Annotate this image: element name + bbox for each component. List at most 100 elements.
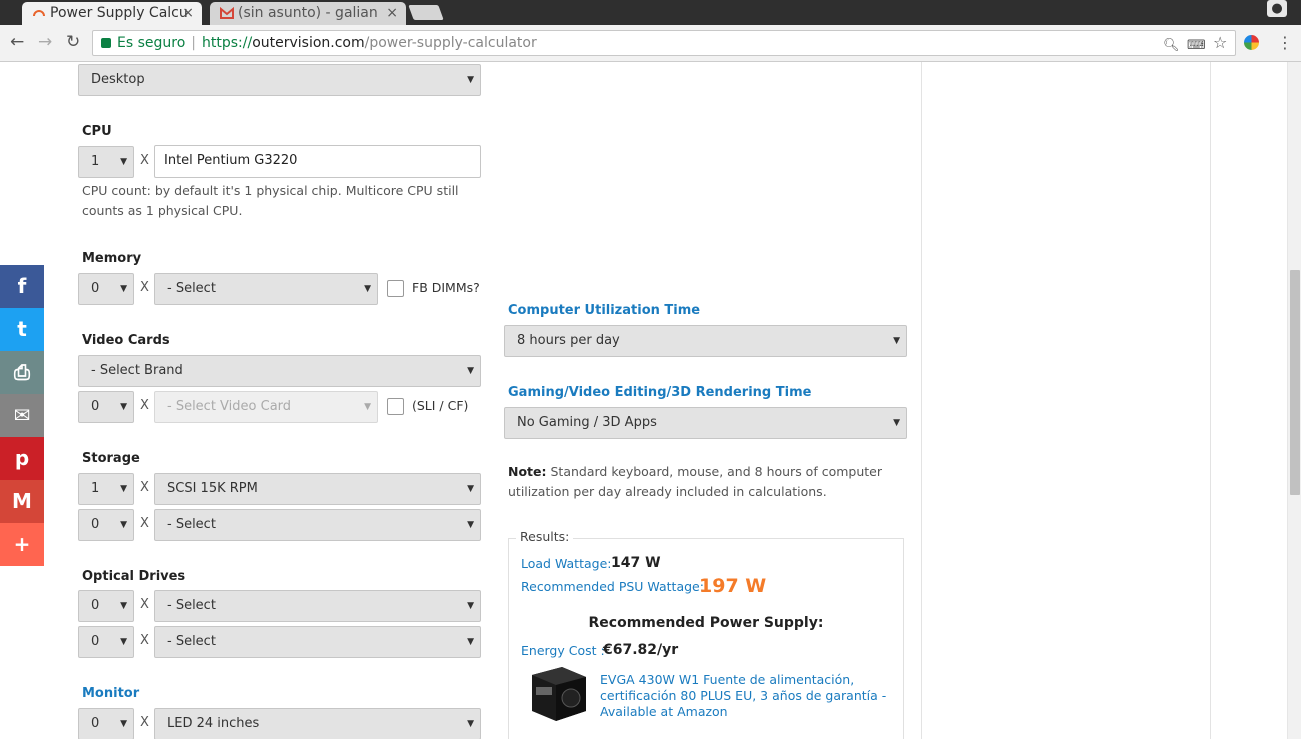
close-tab-icon[interactable]: ×: [182, 2, 194, 24]
optical-drives-label: Optical Drives: [82, 569, 186, 584]
tab-power-supply-calculator[interactable]: Power Supply Calcu ×: [22, 2, 202, 25]
share-pinterest-button[interactable]: p: [0, 437, 44, 480]
psu-product-link[interactable]: EVGA 430W W1 Fuente de alimentación, cer…: [600, 672, 890, 720]
select-value: 0: [91, 399, 100, 414]
select-value: - Select: [167, 634, 216, 649]
account-icon[interactable]: ●: [1267, 0, 1287, 17]
extension-icon[interactable]: [1244, 35, 1259, 50]
dropdown-arrow-icon: ▼: [120, 637, 127, 647]
reload-icon[interactable]: ↻: [66, 31, 80, 53]
select-value: 0: [91, 598, 100, 613]
share-facebook-button[interactable]: f: [0, 265, 44, 308]
storage-count-select[interactable]: 1 ▼: [78, 473, 134, 505]
column-divider: [1210, 62, 1211, 739]
tab-gmail[interactable]: (sin asunto) - galian ×: [210, 2, 406, 25]
times-sign: X: [140, 398, 149, 413]
storage-type-select[interactable]: - Select ▼: [154, 509, 481, 541]
optical-type-select[interactable]: - Select ▼: [154, 626, 481, 658]
memory-type-select[interactable]: - Select ▼: [154, 273, 378, 305]
dropdown-arrow-icon: ▼: [467, 601, 474, 611]
select-value: Desktop: [91, 72, 145, 87]
browser-toolbar: ← → ↻ Es seguro | https://outervision.com/…: [0, 25, 1301, 62]
dropdown-arrow-icon: ▼: [120, 484, 127, 494]
fbdimm-checkbox[interactable]: [387, 280, 404, 297]
utilization-label: Computer Utilization Time: [508, 303, 701, 318]
select-value: 0: [91, 716, 100, 731]
cpu-count-select[interactable]: 1 ▼: [78, 146, 134, 178]
twitter-icon: t: [17, 317, 27, 341]
utilization-select[interactable]: 8 hours per day ▼: [504, 325, 907, 357]
forward-icon[interactable]: →: [38, 31, 52, 53]
video-cards-label: Video Cards: [82, 333, 170, 348]
storage-type-select[interactable]: SCSI 15K RPM ▼: [154, 473, 481, 505]
page-scrollbar[interactable]: [1287, 62, 1301, 739]
dropdown-arrow-icon: ▼: [364, 402, 371, 412]
select-value: SCSI 15K RPM: [167, 481, 258, 496]
url-host: outervision.com: [252, 35, 365, 51]
share-more-button[interactable]: +: [0, 523, 44, 566]
times-sign: X: [140, 153, 149, 168]
gmail-icon: M: [12, 489, 32, 513]
address-bar[interactable]: Es seguro | https://outervision.com/power-…: [92, 30, 1236, 56]
select-value: 1: [91, 154, 100, 169]
psu-product-image[interactable]: [528, 665, 588, 723]
dropdown-arrow-icon: ▼: [120, 284, 127, 294]
sli-checkbox[interactable]: [387, 398, 404, 415]
times-sign: X: [140, 597, 149, 612]
menu-icon[interactable]: ⋮: [1277, 33, 1293, 52]
scrollbar-thumb[interactable]: [1290, 270, 1300, 495]
monitor-label: Monitor: [82, 686, 140, 701]
recommended-psu-title: Recommended Power Supply:: [588, 615, 824, 631]
select-value: 0: [91, 634, 100, 649]
select-value: LED 24 inches: [167, 716, 260, 731]
sli-label: (SLI / CF): [412, 398, 469, 413]
memory-count-select[interactable]: 0 ▼: [78, 273, 134, 305]
select-value: - Select Video Card: [167, 399, 292, 414]
dropdown-arrow-icon: ▼: [120, 520, 127, 530]
print-icon: ⎙: [14, 360, 30, 384]
storage-label: Storage: [82, 451, 140, 466]
dropdown-arrow-icon: ▼: [467, 719, 474, 729]
share-twitter-button[interactable]: t: [0, 308, 44, 351]
secure-label: Es seguro: [117, 35, 186, 51]
storage-count-select[interactable]: 0 ▼: [78, 509, 134, 541]
select-value: - Select: [167, 281, 216, 296]
monitor-count-select[interactable]: 0 ▼: [78, 708, 134, 739]
video-count-select[interactable]: 0 ▼: [78, 391, 134, 423]
system-type-select[interactable]: Desktop ▼: [78, 64, 481, 96]
back-icon[interactable]: ←: [10, 31, 24, 53]
times-sign: X: [140, 480, 149, 495]
select-value: 0: [91, 517, 100, 532]
dropdown-arrow-icon: ▼: [467, 520, 474, 530]
dropdown-arrow-icon: ▼: [893, 418, 900, 428]
optical-count-select[interactable]: 0 ▼: [78, 626, 134, 658]
cpu-help-text: CPU count: by default it's 1 physical ch…: [82, 183, 459, 218]
usage-note: Note: Standard keyboard, mouse, and 8 ho…: [508, 462, 898, 502]
optical-count-select[interactable]: 0 ▼: [78, 590, 134, 622]
gmail-favicon-icon: [220, 6, 234, 19]
dropdown-arrow-icon: ▼: [467, 637, 474, 647]
video-card-select[interactable]: - Select Video Card ▼: [154, 391, 378, 423]
times-sign: X: [140, 715, 149, 730]
gaming-select[interactable]: No Gaming / 3D Apps ▼: [504, 407, 907, 439]
dropdown-arrow-icon: ▼: [120, 402, 127, 412]
share-print-button[interactable]: ⎙: [0, 351, 44, 394]
close-tab-icon[interactable]: ×: [386, 2, 398, 24]
dropdown-arrow-icon: ▼: [467, 484, 474, 494]
share-gmail-button[interactable]: M: [0, 480, 44, 523]
dropdown-arrow-icon: ▼: [120, 719, 127, 729]
video-brand-select[interactable]: - Select Brand ▼: [78, 355, 481, 387]
memory-label: Memory: [82, 251, 142, 266]
share-email-button[interactable]: ✉: [0, 394, 44, 437]
new-tab-button[interactable]: [408, 5, 444, 20]
pinterest-icon: p: [14, 446, 30, 470]
energy-cost-label: Energy Cost :: [521, 643, 605, 658]
translate-icon[interactable]: ⌨︎: [1187, 34, 1206, 58]
cpu-model-input[interactable]: Intel Pentium G3220: [154, 145, 481, 178]
optical-type-select[interactable]: - Select ▼: [154, 590, 481, 622]
browser-tab-bar: Power Supply Calcu × (sin asunto) - gali…: [0, 0, 1301, 25]
zoom-icon[interactable]: 🔍︎: [1163, 34, 1180, 58]
star-icon[interactable]: ☆: [1213, 31, 1227, 55]
site-favicon-icon: [33, 10, 45, 17]
monitor-type-select[interactable]: LED 24 inches ▼: [154, 708, 481, 739]
